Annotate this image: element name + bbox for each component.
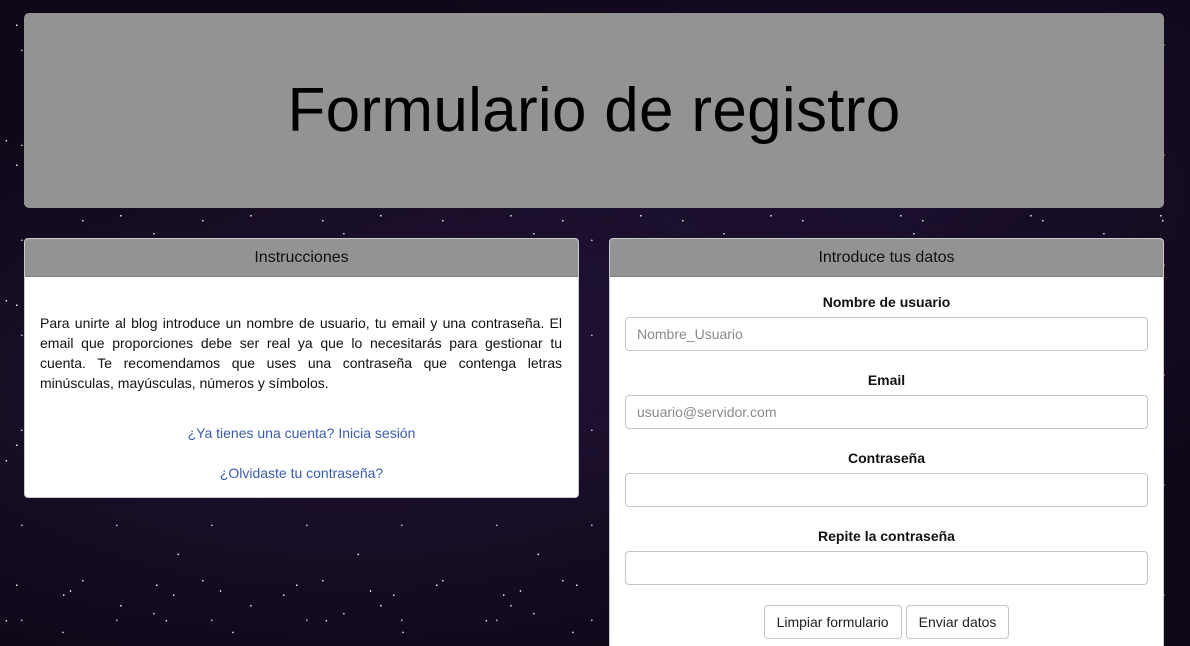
account-links: ¿Ya tienes una cuenta? Inicia sesión ¿Ol…	[25, 423, 578, 483]
repeat-password-input[interactable]	[625, 551, 1148, 585]
password-field-group: Contraseña	[625, 449, 1148, 507]
email-field-group: Email	[625, 371, 1148, 429]
forgot-password-link[interactable]: ¿Olvidaste tu contraseña?	[25, 463, 578, 483]
username-label: Nombre de usuario	[822, 294, 951, 310]
registration-form: Nombre de usuario Email Contraseña Repit…	[610, 277, 1163, 639]
repeat-password-field-group: Repite la contraseña	[625, 527, 1148, 585]
form-buttons: Limpiar formulario Enviar datos	[625, 605, 1148, 639]
password-input[interactable]	[625, 473, 1148, 507]
password-label: Contraseña	[847, 450, 926, 466]
username-field-group: Nombre de usuario	[625, 293, 1148, 351]
email-label: Email	[867, 372, 906, 388]
page-title: Formulario de registro	[287, 76, 901, 145]
repeat-password-label: Repite la contraseña	[818, 528, 955, 544]
form-card-title: Introduce tus datos	[610, 239, 1163, 277]
registration-form-card: Introduce tus datos Nombre de usuario Em…	[609, 238, 1164, 646]
reset-form-button[interactable]: Limpiar formulario	[763, 605, 902, 639]
email-input[interactable]	[625, 395, 1148, 429]
instructions-card: Instrucciones Para unirte al blog introd…	[24, 238, 579, 498]
submit-button[interactable]: Enviar datos	[905, 605, 1010, 639]
instructions-text: Para unirte al blog introduce un nombre …	[40, 315, 562, 391]
login-link[interactable]: ¿Ya tienes una cuenta? Inicia sesión	[25, 423, 578, 443]
instructions-card-title: Instrucciones	[25, 239, 578, 277]
username-input[interactable]	[625, 317, 1148, 351]
page-header: Formulario de registro	[24, 13, 1164, 208]
